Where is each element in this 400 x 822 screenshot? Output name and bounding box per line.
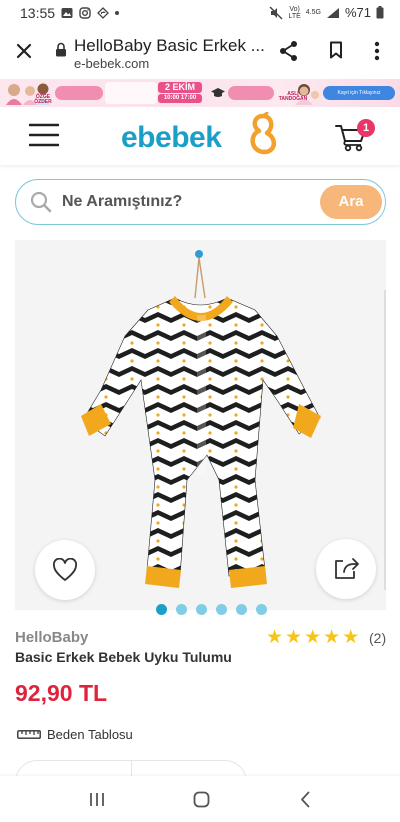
overflow-menu-icon[interactable] — [374, 41, 380, 61]
carousel-dots — [156, 604, 267, 615]
carousel-dot[interactable] — [216, 604, 227, 615]
hamburger-menu-icon[interactable] — [29, 123, 59, 147]
site-header: ebebek — [0, 107, 400, 165]
secure-lock-icon[interactable] — [55, 42, 67, 57]
search-icon — [30, 191, 52, 213]
bookmark-icon[interactable] — [329, 41, 343, 59]
ruler-icon — [17, 730, 41, 739]
carousel-dot[interactable] — [236, 604, 247, 615]
promo-speaker-card — [105, 82, 157, 104]
mute-icon — [269, 6, 283, 19]
status-time: 13:55 — [20, 5, 56, 21]
promo-mother-image — [292, 81, 322, 105]
promo-info-pill-2 — [228, 86, 274, 100]
promo-banner[interactable]: ÖZGE ÖZDER 2 EKİM 10:00 17:00 ASLI TANDO… — [0, 79, 400, 107]
star-icon: ★ — [342, 627, 360, 648]
close-tab-icon[interactable] — [15, 42, 33, 60]
signal-type-label: 4.5G — [305, 9, 321, 16]
gallery-notification-icon — [61, 8, 73, 18]
promo-date: 2 EKİM — [158, 82, 202, 93]
signal-strength-icon — [326, 7, 339, 18]
quantity-divider — [131, 760, 132, 776]
promo-left-tag: ÖZGE ÖZDER — [34, 94, 52, 105]
battery-percent: %71 — [344, 5, 371, 20]
network-label: Vo) LTE — [288, 6, 300, 20]
carousel-dot[interactable] — [156, 604, 167, 615]
logo-mark-icon[interactable] — [245, 112, 281, 158]
star-icon: ★ — [266, 627, 284, 648]
product-image-carousel[interactable] — [15, 240, 386, 610]
volte-label: Vo) — [289, 5, 300, 13]
promo-cta-button[interactable]: Kayıt için Tıklayınız — [323, 86, 395, 100]
page-title[interactable]: HelloBaby Basic Erkek ... — [74, 36, 265, 56]
carousel-dot[interactable] — [196, 604, 207, 615]
product-brand[interactable]: HelloBaby — [15, 629, 88, 646]
carousel-dot[interactable] — [176, 604, 187, 615]
search-bar[interactable]: Ara — [15, 179, 386, 225]
status-bar: 13:55 Vo) LTE 4.5G %71 — [0, 0, 400, 26]
product-price: 92,90 TL — [15, 680, 108, 706]
lte-label: LTE — [288, 12, 301, 20]
navigation-notification-icon — [97, 7, 109, 19]
rating-stars[interactable]: ★ ★ ★ ★ ★ — [266, 626, 359, 649]
search-input[interactable] — [62, 190, 312, 214]
recent-apps-icon[interactable] — [89, 792, 105, 807]
android-navigation-bar — [0, 776, 400, 822]
share-product-button[interactable] — [316, 539, 376, 599]
browser-toolbar: HelloBaby Basic Erkek ... e-bebek.com — [0, 26, 400, 78]
size-table-label: Beden Tablosu — [47, 727, 133, 742]
heart-icon — [53, 558, 77, 581]
site-logo[interactable]: ebebek — [121, 121, 222, 155]
share-arrow-icon — [335, 558, 359, 579]
star-icon: ★ — [285, 627, 303, 648]
promo-info-pill-1 — [55, 86, 103, 100]
size-table-link[interactable]: Beden Tablosu — [17, 727, 133, 742]
search-button[interactable]: Ara — [320, 185, 382, 219]
graduation-cap-icon — [211, 88, 225, 97]
promo-date-badge: 2 EKİM 10:00 17:00 — [158, 82, 202, 104]
battery-icon — [376, 6, 384, 19]
carousel-dot[interactable] — [256, 604, 267, 615]
cart-count-badge[interactable]: 1 — [357, 119, 375, 137]
review-count[interactable]: (2) — [369, 630, 386, 646]
star-icon: ★ — [304, 627, 322, 648]
promo-time: 10:00 17:00 — [158, 94, 202, 103]
page-url[interactable]: e-bebek.com — [74, 56, 149, 71]
star-icon: ★ — [323, 627, 341, 648]
home-icon[interactable] — [193, 791, 210, 808]
back-icon[interactable] — [300, 791, 310, 808]
favorite-button[interactable] — [35, 540, 95, 600]
share-icon[interactable] — [279, 40, 299, 62]
more-notifications-dot — [115, 11, 120, 15]
instagram-notification-icon — [79, 7, 91, 19]
product-name: Basic Erkek Bebek Uyku Tulumu — [15, 649, 232, 665]
